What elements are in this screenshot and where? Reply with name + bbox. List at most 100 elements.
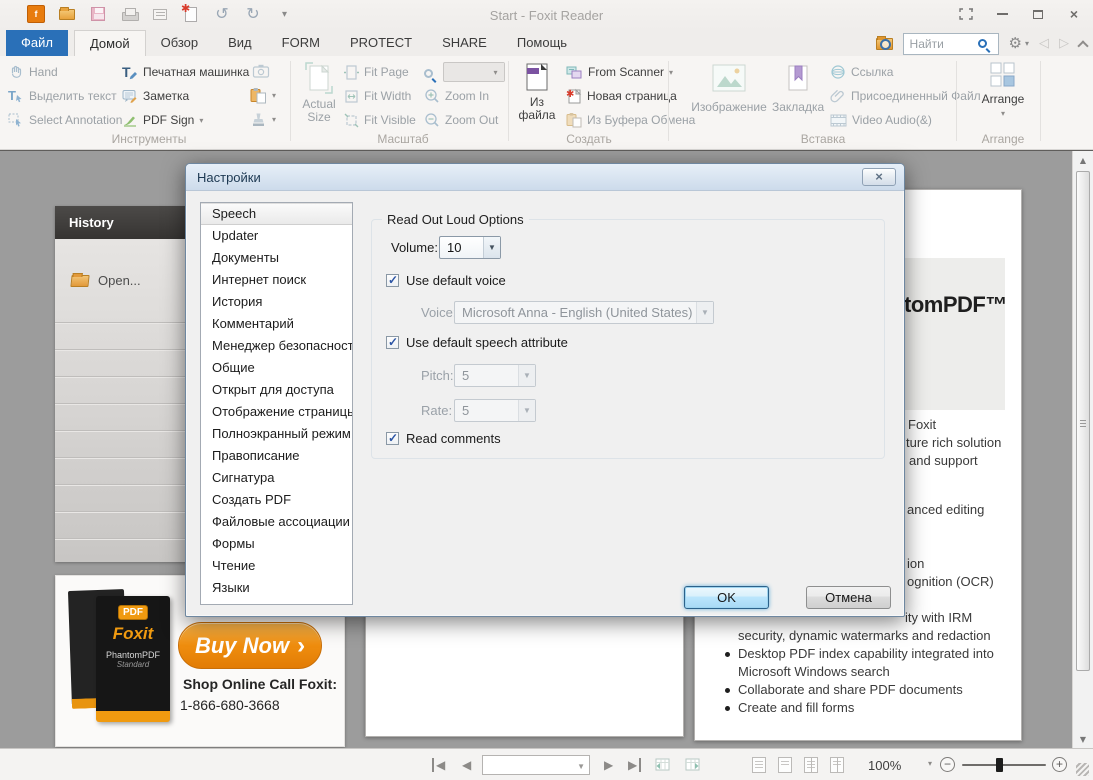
- promo-text-fragment: Foxit: [908, 417, 937, 432]
- settings-category-item[interactable]: Документы: [201, 247, 352, 269]
- ribbon-tab[interactable]: SHARE: [427, 30, 502, 56]
- arrange-button[interactable]: Arrange ▾: [974, 62, 1032, 118]
- history-forward-icon[interactable]: ▷: [1059, 36, 1069, 51]
- zoom-slider-handle[interactable]: [996, 758, 1003, 772]
- settings-category-item[interactable]: Формы: [201, 533, 352, 555]
- continuous-facing-view-icon[interactable]: [830, 757, 844, 773]
- from-clipboard-button[interactable]: Из Буфера Обмена: [566, 110, 695, 130]
- stamp-button[interactable]: ▾: [250, 109, 276, 129]
- paste-button[interactable]: ▾: [250, 85, 276, 105]
- close-icon[interactable]: ×: [1065, 6, 1083, 22]
- fit-page-button[interactable]: Fit Page: [344, 62, 409, 82]
- search-folder-icon[interactable]: [875, 35, 893, 50]
- settings-category-item[interactable]: История: [201, 291, 352, 313]
- cancel-button[interactable]: Отмена: [806, 586, 891, 609]
- select-annotation-button[interactable]: Select Annotation: [8, 110, 122, 130]
- settings-category-item[interactable]: Файловые ассоциации: [201, 511, 352, 533]
- settings-category-item[interactable]: Отображение страницы: [201, 401, 352, 423]
- snapshot-button[interactable]: [252, 61, 270, 81]
- zoom-out-icon[interactable]: −: [940, 757, 955, 772]
- ribbon-tab[interactable]: PROTECT: [335, 30, 427, 56]
- from-scanner-button[interactable]: From Scanner ▾: [566, 62, 673, 82]
- insert-link-button[interactable]: Ссылка: [830, 62, 893, 82]
- fit-visible-button[interactable]: Fit Visible: [344, 110, 416, 130]
- search-icon[interactable]: [977, 39, 987, 48]
- page-number-combobox[interactable]: ▼: [482, 755, 590, 775]
- search-input[interactable]: [903, 34, 978, 53]
- use-default-voice-checkbox[interactable]: [386, 273, 399, 287]
- settings-category-item[interactable]: Правописание: [201, 445, 352, 467]
- next-page-icon[interactable]: ▶: [604, 758, 613, 772]
- insert-video-audio-button[interactable]: Video Audio(&): [830, 110, 932, 130]
- new-page-button[interactable]: ✱ Новая страница: [566, 86, 677, 106]
- ribbon-tab[interactable]: Обзор: [146, 30, 214, 56]
- settings-category-item[interactable]: Языки: [201, 577, 352, 599]
- last-page-icon[interactable]: ▶: [628, 758, 642, 772]
- zoom-in-button[interactable]: Zoom In: [424, 86, 489, 106]
- read-comments-checkbox[interactable]: [386, 431, 399, 445]
- settings-category-item[interactable]: Открыт для доступа: [201, 379, 352, 401]
- restore-icon[interactable]: [1029, 6, 1047, 22]
- fit-width-button[interactable]: Fit Width: [344, 86, 411, 106]
- zoom-to-button[interactable]: [424, 63, 433, 83]
- first-page-icon[interactable]: ◀: [432, 758, 445, 772]
- settings-category-item[interactable]: Чтение: [201, 555, 352, 577]
- zoom-percentage[interactable]: 100%: [868, 758, 901, 773]
- volume-combobox[interactable]: 10 ▼: [439, 236, 501, 259]
- actual-size-button[interactable]: Actual Size: [298, 62, 340, 124]
- single-page-view-icon[interactable]: [752, 757, 766, 773]
- buy-now-button[interactable]: Buy Now ›: [178, 622, 322, 669]
- settings-category-item[interactable]: Сигнатура: [201, 467, 352, 489]
- settings-menu-button[interactable]: ⚙ ▾: [1009, 36, 1029, 51]
- insert-bookmark-button[interactable]: Закладка: [772, 64, 824, 114]
- zoom-out-button[interactable]: Zoom Out: [424, 110, 498, 130]
- window-title: Start - Foxit Reader: [489, 8, 604, 23]
- next-view-icon[interactable]: [684, 756, 701, 772]
- previous-view-icon[interactable]: [654, 756, 671, 772]
- select-text-button[interactable]: T Выделить текст: [8, 86, 117, 106]
- hand-tool-button[interactable]: Hand: [8, 62, 58, 82]
- vertical-scrollbar[interactable]: ▲ ▼: [1072, 151, 1093, 749]
- find-cluster: ⚙ ▾ ◁ ▷: [875, 32, 1089, 55]
- dialog-close-button[interactable]: ×: [862, 168, 896, 186]
- facing-view-icon[interactable]: [804, 757, 818, 773]
- use-default-speech-checkbox[interactable]: [386, 335, 399, 349]
- settings-category-item[interactable]: Updater: [201, 225, 352, 247]
- from-file-button[interactable]: Из файла: [514, 62, 560, 122]
- previous-page-icon[interactable]: ◀: [462, 758, 471, 772]
- settings-category-item[interactable]: Speech: [201, 203, 352, 225]
- scrollbar-thumb[interactable]: [1076, 171, 1090, 671]
- pdf-sign-button[interactable]: PDF Sign ▾: [122, 110, 203, 130]
- settings-category-item[interactable]: Полноэкранный режим: [201, 423, 352, 445]
- collapse-ribbon-icon[interactable]: [1077, 39, 1089, 52]
- ribbon-tab[interactable]: FORM: [267, 30, 335, 56]
- fullscreen-icon[interactable]: [957, 6, 975, 22]
- settings-category-item[interactable]: Комментарий: [201, 313, 352, 335]
- dialog-title-bar[interactable]: Настройки ×: [186, 164, 904, 191]
- film-icon: [830, 114, 847, 126]
- settings-category-item[interactable]: Общие: [201, 357, 352, 379]
- zoom-in-icon[interactable]: +: [1052, 757, 1067, 772]
- settings-category-item[interactable]: Создать PDF: [201, 489, 352, 511]
- zoom-dropdown-icon[interactable]: ▾: [928, 759, 932, 768]
- continuous-view-icon[interactable]: [778, 757, 792, 773]
- settings-category-item[interactable]: Интернет поиск: [201, 269, 352, 291]
- fit-page-icon: [344, 64, 359, 80]
- typewriter-button[interactable]: T Печатная машинка: [122, 62, 249, 82]
- zoom-slider-track[interactable]: [962, 764, 1046, 766]
- scroll-up-icon[interactable]: ▲: [1075, 153, 1091, 168]
- insert-image-button[interactable]: Изображение: [690, 64, 768, 114]
- resize-grip-icon[interactable]: [1076, 763, 1089, 776]
- ok-button[interactable]: OK: [684, 586, 769, 609]
- note-button[interactable]: Заметка: [122, 86, 189, 106]
- ribbon-tab[interactable]: Вид: [213, 30, 267, 56]
- insert-attachment-button[interactable]: Присоединенный Файл: [830, 86, 981, 106]
- settings-category-item[interactable]: Менеджер безопасности: [201, 335, 352, 357]
- history-back-icon[interactable]: ◁: [1039, 36, 1049, 51]
- minimize-icon[interactable]: [993, 6, 1011, 22]
- ribbon-tab[interactable]: Помощь: [502, 30, 582, 56]
- ribbon-tab[interactable]: Файл: [6, 30, 68, 56]
- zoom-level-combobox[interactable]: ▾: [443, 62, 505, 82]
- ribbon-tab[interactable]: Домой: [73, 30, 146, 56]
- scroll-down-icon[interactable]: ▼: [1075, 732, 1091, 747]
